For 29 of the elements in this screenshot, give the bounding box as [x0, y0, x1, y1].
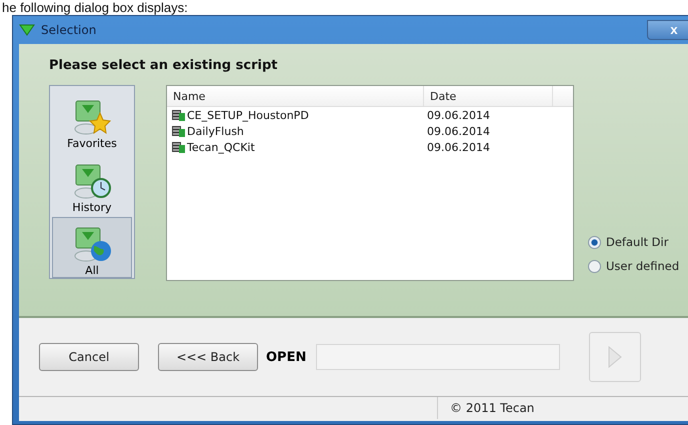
directory-radio[interactable]: User defined [588, 259, 680, 273]
script-name[interactable]: CE_SETUP_HoustonPD [167, 108, 427, 122]
triangle-icon [19, 24, 35, 36]
star-monitor-icon [72, 99, 112, 138]
script-name[interactable]: Tecan_QCKit [167, 140, 427, 154]
window-title: Selection [41, 23, 96, 37]
script-icon [171, 108, 186, 122]
panel-heading: Please select an existing script [49, 58, 278, 73]
script-date: 09.06.2014 [427, 108, 491, 122]
clock-monitor-icon [72, 162, 112, 201]
directory-radio[interactable]: Default Dir [588, 235, 680, 249]
script-date: 09.06.2014 [427, 124, 491, 138]
play-icon [608, 346, 622, 368]
script-date: 09.06.2014 [427, 140, 491, 154]
script-icon [171, 140, 186, 154]
script-icon [171, 124, 186, 138]
document-caption: he following dialog box displays: [1, 0, 189, 15]
column-header[interactable]: Name [167, 86, 424, 106]
copyright-text: © 2011 Tecan [437, 397, 534, 419]
open-field[interactable] [316, 344, 560, 370]
script-name[interactable]: DailyFlush [167, 124, 427, 138]
sidebar-item[interactable]: All [52, 216, 132, 278]
cancel-button[interactable]: Cancel [39, 343, 139, 371]
back-button[interactable]: <<< Back [158, 343, 258, 371]
globe-monitor-icon [72, 226, 112, 264]
open-label: OPEN [266, 350, 306, 364]
sidebar-item[interactable]: Favorites [52, 90, 132, 152]
column-header[interactable]: Date [424, 86, 553, 106]
sidebar-item[interactable]: History [52, 153, 132, 215]
